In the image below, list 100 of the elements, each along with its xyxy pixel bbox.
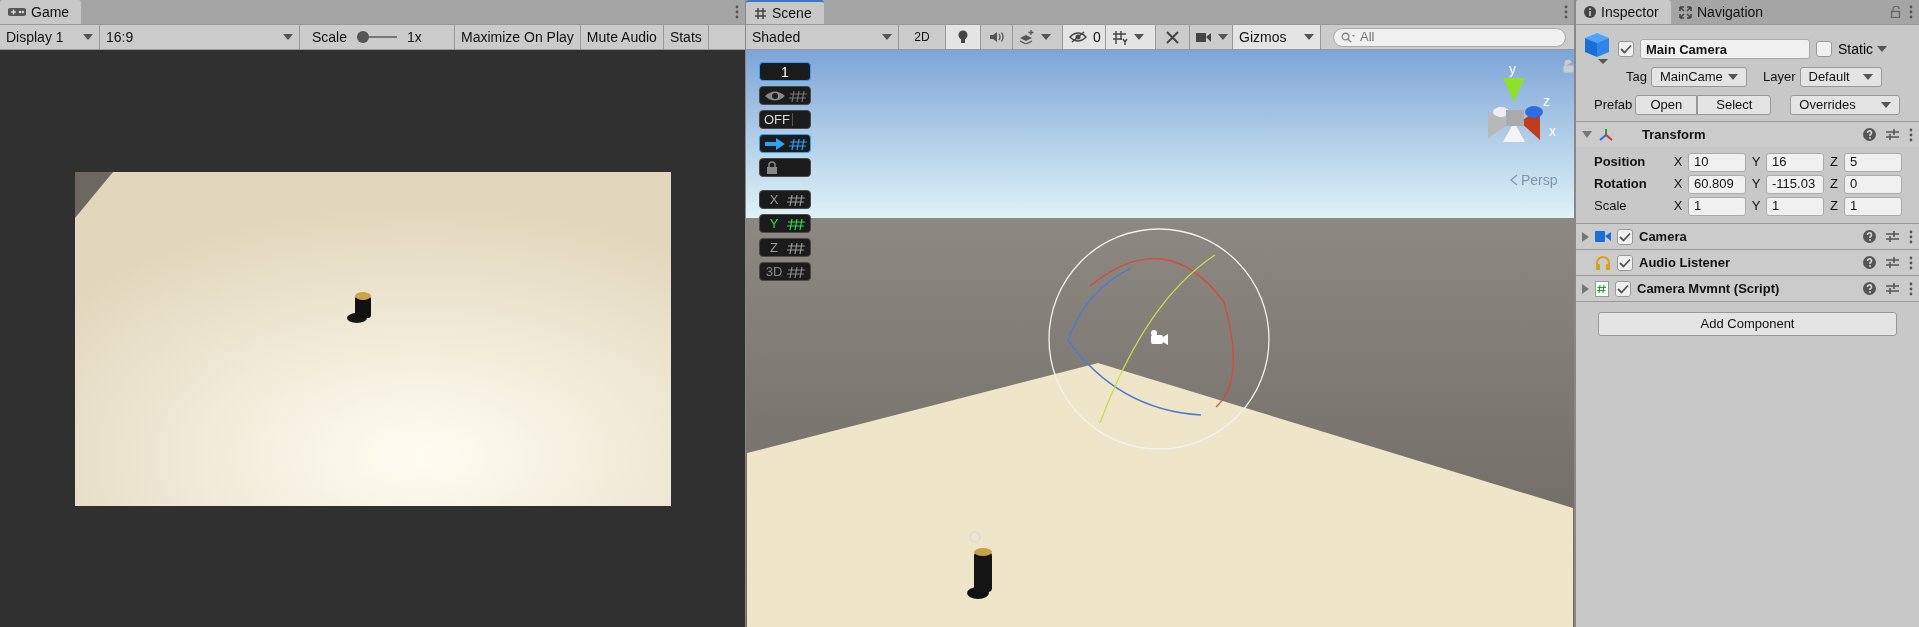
prefab-label: Prefab [1594,96,1633,115]
foldout-arrow[interactable] [1582,131,1592,138]
checkbox[interactable] [1618,41,1634,57]
axis-label: y [1509,61,1516,77]
sliders-icon[interactable] [1886,230,1899,243]
caret-icon [1862,74,1873,80]
axis-label: x [1549,123,1556,139]
move-toggle[interactable] [759,134,811,153]
axis-toggle[interactable]: Y [759,214,811,233]
name-field[interactable]: Main Camera [1640,39,1810,59]
lock-toggle[interactable] [759,158,811,177]
add-component-button[interactable]: Add Component [1598,312,1897,336]
sliders-icon[interactable] [1886,256,1899,269]
slider-thumb[interactable] [357,31,370,43]
more-options-icon[interactable] [1909,229,1913,244]
axis-label: X [1672,153,1684,172]
more-options-icon[interactable] [1909,127,1913,142]
number-field[interactable]: 60.809 [1688,174,1746,194]
grid-icon [786,192,806,207]
video-camera-icon [1196,31,1212,43]
character-drawing[interactable] [967,531,992,599]
toggle-label: OFF [764,113,793,126]
field-label: Rotation [1594,175,1648,194]
grid-icon [786,264,806,279]
grid-icon [786,240,806,255]
help-icon[interactable] [1863,230,1876,243]
hidden-eye-icon [1069,31,1087,43]
hidden-objects-toggle[interactable]: 0 [1063,25,1106,49]
tag-dropdown[interactable]: MainCame [1650,67,1747,87]
sliders-icon[interactable] [1886,128,1899,141]
number-field[interactable]: 10 [1688,152,1746,172]
checkmark-icon [1620,44,1632,54]
axis-toggle[interactable]: 3D [759,262,811,281]
number-field[interactable]: -115.03 [1766,174,1824,194]
number-field[interactable]: 1 [1766,196,1824,216]
number-field[interactable]: 1 [1688,196,1746,216]
caret-icon [1134,34,1144,40]
transform-axes-icon [1598,127,1614,142]
number-field[interactable]: 0 [1844,174,1902,194]
search-icon [1341,31,1355,43]
checkmark-icon [1619,257,1631,268]
axis-label: Z [1829,153,1839,172]
video-camera-icon [1595,231,1611,242]
help-icon[interactable] [1863,128,1876,141]
axis-label: Z [769,241,779,254]
more-options-icon[interactable] [1909,255,1913,270]
axis-toggle[interactable]: X [759,190,811,209]
checkbox[interactable] [1615,280,1631,297]
camera-icon[interactable] [1151,330,1168,345]
axis-label: Z [1829,197,1839,216]
axis-toggle[interactable]: Z [759,238,811,257]
scale-label: Scale [312,27,348,47]
cube-icon[interactable] [1584,31,1612,67]
help-icon[interactable] [1863,282,1876,295]
arrow-icon [764,137,786,150]
number-field[interactable]: 5 [1844,152,1902,172]
navigation-icon [1679,5,1692,19]
gamepad-icon [8,7,26,17]
gizmos-dropdown[interactable]: Gizmos [1233,25,1321,49]
more-options-icon[interactable] [1564,5,1568,19]
axis-label: z [1543,93,1550,109]
checkbox[interactable] [1617,254,1633,271]
info-icon [1584,6,1596,18]
more-options-icon[interactable] [735,5,739,19]
off-toggle[interactable]: OFF [759,110,811,129]
static-dropdown[interactable]: Static [1838,38,1887,60]
selection-sphere-gizmo[interactable] [1048,228,1270,450]
visibility-toggle[interactable] [759,86,811,105]
grid-icon [788,88,808,103]
grid-dropdown[interactable] [1106,25,1156,49]
component-title: Camera [1639,227,1687,246]
prefab-button[interactable]: Open [1635,95,1698,115]
sliders-icon[interactable] [1886,282,1899,295]
checkbox[interactable] [1816,41,1832,57]
layer-dropdown[interactable]: Default [1799,67,1882,87]
caret-icon [1304,34,1314,40]
checkbox[interactable] [1617,228,1633,245]
number-field[interactable]: 1 [1844,196,1902,216]
view-number-button[interactable]: 1 [759,62,811,81]
caret-icon [1727,74,1738,80]
prefab-button[interactable]: Select [1697,95,1772,115]
game-tab[interactable]: Game [0,0,82,24]
layers-icon [1019,30,1035,44]
panel-tab[interactable]: Navigation [1671,0,1791,24]
number-field[interactable]: 16 [1766,152,1824,172]
orientation-gizmo-drawing[interactable] [1488,78,1543,142]
headphones-icon [1595,255,1611,270]
component-title: Transform [1642,125,1706,144]
scene-tab[interactable]: Scene [746,0,824,24]
panel-tab[interactable]: Inspector [1576,0,1671,24]
crossed-tools-icon [1165,29,1180,45]
help-icon[interactable] [1863,256,1876,269]
axis-label: Y [768,217,780,230]
more-options-icon[interactable] [1909,5,1913,19]
grid-icon [788,136,808,151]
component-title: Audio Listener [1639,253,1730,272]
overrides-dropdown[interactable]: Overrides [1790,95,1901,115]
search-field[interactable]: All [1333,27,1566,47]
more-options-icon[interactable] [1909,281,1913,296]
lighting-toggle[interactable] [946,25,981,49]
